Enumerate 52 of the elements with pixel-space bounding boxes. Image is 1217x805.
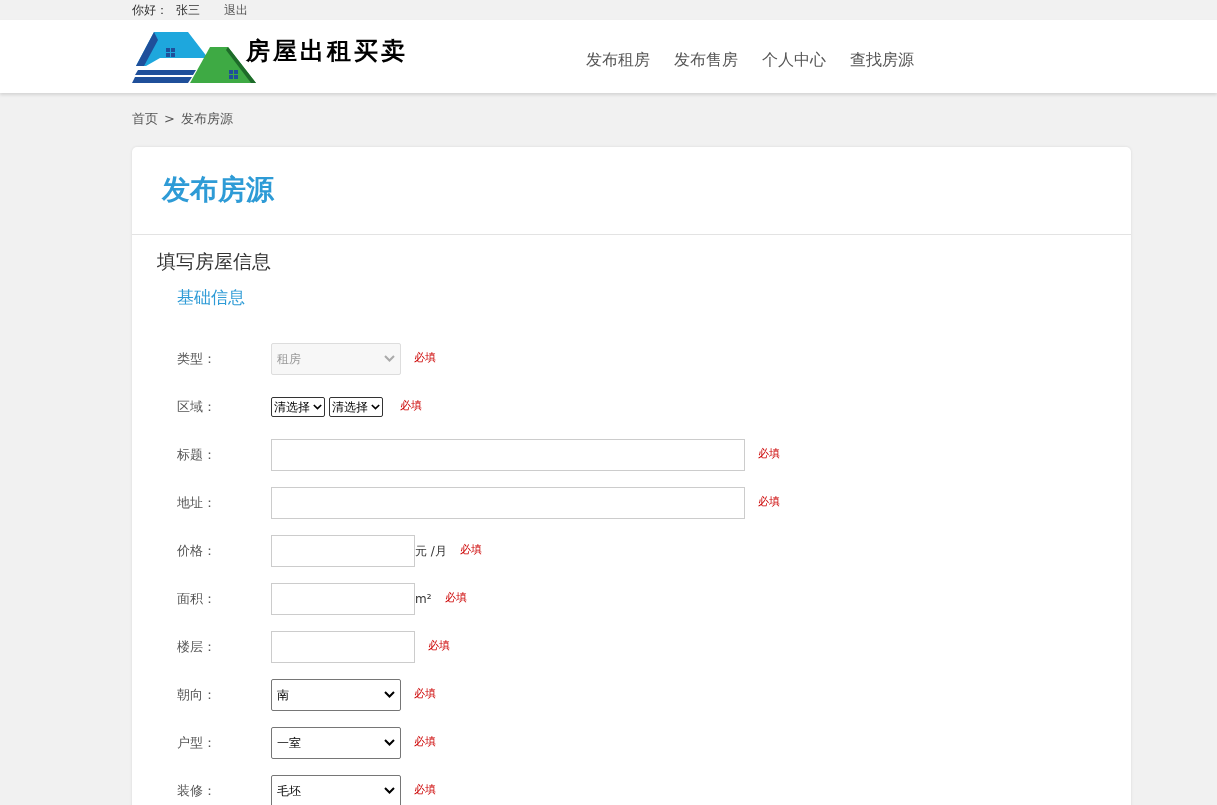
nav-link[interactable]: 个人中心 [762,47,826,72]
text-input-field[interactable] [271,438,745,471]
field-label: 价格： [177,541,217,560]
dropdown-select[interactable]: 一室 [271,726,401,759]
unit-label: m² [415,590,432,608]
dropdown-select[interactable]: 南 [271,678,401,711]
text-input-field[interactable] [271,582,415,615]
field-label: 朝向： [177,685,217,704]
required-note: 必填 [444,590,467,607]
required-note: 必填 [459,542,482,559]
required-note: 必填 [414,350,436,367]
field-label: 地址： [177,493,217,512]
nav-link[interactable]: 查找房源 [850,47,914,72]
breadcrumb-link[interactable]: 首页 [132,109,158,129]
unit-label: 元 /月 [415,542,447,560]
dropdown-select[interactable]: 清选择 [329,396,383,417]
breadcrumb-separator: > [164,110,175,128]
required-note: 必填 [414,686,436,703]
chevron-down-icon [384,787,395,794]
field-label: 标题： [177,445,217,464]
chevron-down-icon [313,403,322,410]
user-name: 张三 [176,2,200,19]
text-input-field[interactable] [271,534,415,567]
required-note: 必填 [414,782,436,799]
logout-link[interactable]: 退出 [224,1,248,19]
site-logo-text: 房屋出租买卖 [246,34,408,67]
text-input-field[interactable] [271,630,415,663]
chevron-down-icon [384,739,395,746]
chevron-down-icon [384,355,395,362]
page-title: 发布房源 [162,172,274,208]
chevron-down-icon [384,691,395,698]
field-label: 户型： [177,733,217,752]
field-label: 楼层： [177,637,217,656]
breadcrumb-link[interactable]: 发布房源 [180,109,233,129]
dropdown-select[interactable]: 清选择 [271,396,325,417]
text-input-field[interactable] [271,486,745,519]
required-note: 必填 [758,446,780,463]
chevron-down-icon [371,403,380,410]
section-title: 填写房屋信息 [157,248,271,274]
subsection-title: 基础信息 [177,286,245,309]
greeting-label: 你好： [132,2,168,19]
field-label: 装修： [177,781,217,800]
nav-link[interactable]: 发布租房 [586,47,650,72]
field-label: 面积： [177,589,217,608]
field-label: 区域： [177,397,217,416]
required-note: 必填 [400,398,422,415]
field-label: 类型： [177,349,217,368]
dropdown-select[interactable]: 毛坯 [271,774,401,805]
required-note: 必填 [428,638,450,655]
required-note: 必填 [758,494,780,511]
nav-link[interactable]: 发布售房 [674,47,738,72]
required-note: 必填 [414,734,436,751]
